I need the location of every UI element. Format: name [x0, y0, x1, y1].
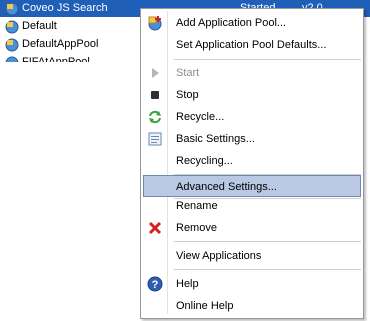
svg-text:?: ? — [152, 279, 159, 291]
menu-item-label: Set Application Pool Defaults... — [176, 39, 327, 51]
menu-item-label: Basic Settings... — [176, 133, 255, 145]
menu-item-advanced-settings[interactable]: Advanced Settings... — [143, 175, 361, 197]
menu-item-label: Rename — [176, 200, 218, 212]
menu-separator — [174, 241, 361, 242]
menu-item-label: Recycling... — [176, 155, 233, 167]
menu-item-label: Remove — [176, 222, 217, 234]
menu-separator — [174, 59, 361, 60]
menu-item-label: Recycle... — [176, 111, 225, 123]
menu-item-label: Start — [176, 67, 200, 79]
remove-icon — [147, 220, 163, 236]
add-application-pool-icon — [147, 15, 163, 31]
menu-item-label: Add Application Pool... — [176, 17, 287, 29]
app-pool-icon — [4, 1, 20, 16]
menu-item-start[interactable]: Start — [143, 62, 361, 84]
help-icon: ? — [147, 276, 163, 292]
menu-item-label: View Applications — [176, 250, 262, 262]
stop-icon — [147, 87, 163, 103]
context-menu: Add Application Pool... Set Application … — [140, 8, 364, 319]
app-pool-icon — [4, 55, 20, 62]
menu-item-recycling[interactable]: Recycling... — [143, 150, 361, 172]
app-pool-icon — [4, 19, 20, 34]
recycle-icon — [147, 109, 163, 125]
menu-item-stop[interactable]: Stop — [143, 84, 361, 106]
menu-item-label: Help — [176, 278, 199, 290]
menu-item-remove[interactable]: Remove — [143, 217, 361, 239]
menu-item-online-help[interactable]: Online Help — [143, 295, 361, 317]
menu-item-basic-settings[interactable]: Basic Settings... — [143, 128, 361, 150]
menu-item-view-applications[interactable]: View Applications — [143, 245, 361, 267]
app-pool-name: Coveo JS Search — [22, 2, 108, 14]
menu-item-add-application-pool[interactable]: Add Application Pool... — [143, 12, 361, 34]
menu-separator — [174, 269, 361, 270]
menu-item-recycle[interactable]: Recycle... — [143, 106, 361, 128]
menu-item-rename[interactable]: Rename — [143, 195, 361, 217]
app-pool-name: Default — [22, 20, 57, 32]
app-pool-name: FIFAtAppPool — [22, 56, 90, 62]
menu-item-label: Stop — [176, 89, 199, 101]
app-pool-name: DefaultAppPool — [22, 38, 99, 50]
menu-item-set-defaults[interactable]: Set Application Pool Defaults... — [143, 34, 361, 56]
play-icon — [147, 65, 163, 81]
app-pool-icon — [4, 37, 20, 52]
menu-item-label: Online Help — [176, 300, 234, 312]
menu-item-help[interactable]: ? Help — [143, 273, 361, 295]
settings-page-icon — [147, 131, 163, 147]
